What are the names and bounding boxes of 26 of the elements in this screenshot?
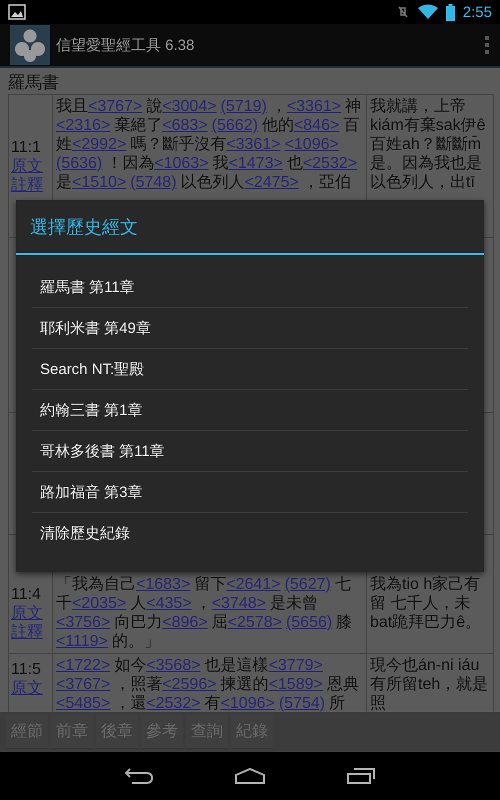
dialog-title: 選擇歷史經文 (16, 200, 484, 255)
overflow-menu-icon[interactable] (484, 35, 490, 55)
history-item[interactable]: 路加福音 第3章 (32, 472, 468, 513)
home-icon[interactable] (234, 767, 266, 785)
taiwanese-verse-text: 我就講，上帝kiám有棄sak伊ê百姓ah？斷斷m̄是。因為我也是以色列人，出tī (370, 97, 487, 192)
taiwanese-verse-text: 我為tio h家己有留 七千人，未bat跪拜巴力ê。 (370, 575, 482, 632)
app-title: 信望愛聖經工具 6.38 (56, 36, 196, 54)
history-item[interactable]: Search NT:聖殿 (32, 349, 468, 390)
back-icon[interactable] (124, 767, 154, 785)
verse-number: 11:4 (11, 584, 41, 604)
book-title: 羅馬書 (8, 72, 60, 94)
history-item[interactable]: 耶利米書 第49章 (32, 308, 468, 349)
battery-icon (446, 4, 455, 20)
recent-apps-icon[interactable] (346, 767, 376, 785)
history-item[interactable]: 清除歷史紀錄 (32, 513, 468, 553)
wifi-icon (418, 4, 438, 20)
taiwanese-verse-text: 現今也án-ni iáu有所留teh，就是照 (370, 656, 490, 712)
verse-number: 11:5 (11, 660, 41, 679)
history-item[interactable]: 約翰三書 第1章 (32, 390, 468, 431)
verse-number: 11:1 (11, 138, 41, 156)
vibrate-off-icon (396, 4, 410, 20)
history-item[interactable]: 哥林多後書 第11章 (32, 431, 468, 472)
history-item[interactable]: 羅馬書 第11章 (32, 267, 468, 308)
app-logo-icon[interactable] (10, 25, 50, 65)
clock-time: 2:55 (462, 4, 492, 20)
picture-notification-icon (8, 4, 26, 20)
